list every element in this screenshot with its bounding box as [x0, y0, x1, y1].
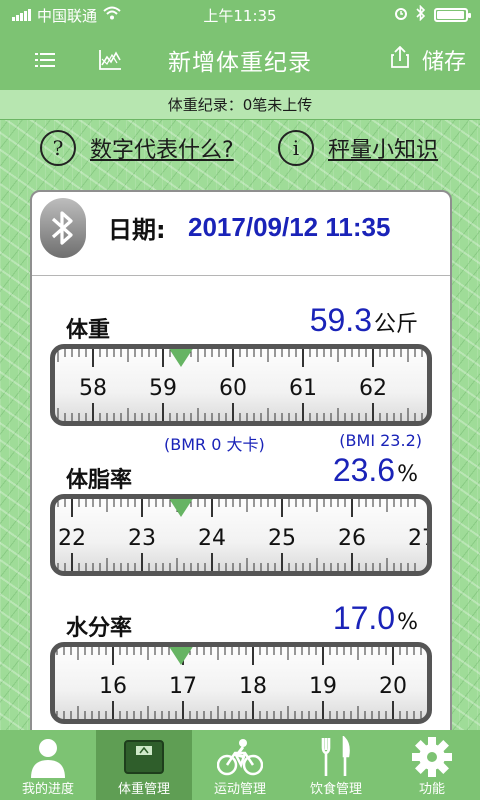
tab-label[interactable]: 我的进度 — [0, 778, 96, 797]
bicycle-icon[interactable] — [192, 736, 288, 778]
weight-value: 59.3 — [309, 302, 372, 338]
weight-metric: 体重 59.3 公斤 58 59 60 61 62 (BMR 0 大卡) (BMI 23… — [32, 302, 450, 462]
ruler-tick-label: 27 — [408, 526, 427, 551]
status-bar: 中国联通 上午11:35 — [0, 0, 480, 30]
ruler-tick-label: 25 — [268, 526, 296, 551]
tab-label[interactable]: 饮食管理 — [288, 778, 384, 797]
gear-icon[interactable] — [384, 736, 480, 778]
ruler-tick-label: 20 — [379, 674, 407, 699]
body-fat-unit: % — [397, 462, 418, 487]
weight-marker[interactable] — [168, 349, 194, 367]
weight-label: 体重 — [66, 318, 111, 343]
signal-icon — [12, 9, 31, 21]
wifi-icon — [103, 6, 121, 24]
body-fat-metric: 体脂率 23.6 % 22 23 24 25 26 27 — [32, 452, 450, 612]
weight-unit: 公斤 — [373, 312, 418, 337]
water-ruler[interactable]: 16 17 18 19 20 — [50, 642, 432, 724]
ruler-tick-label: 60 — [219, 376, 247, 401]
tab-exercise-management[interactable]: 运动管理 — [192, 730, 288, 800]
weight-entry-card: 日期: 2017/09/12 11:35 体重 59.3 公斤 58 59 60 61… — [30, 190, 452, 750]
tab-label[interactable]: 运动管理 — [192, 778, 288, 797]
bluetooth-icon[interactable] — [40, 198, 86, 258]
ruler-tick-label: 18 — [239, 674, 267, 699]
tab-label[interactable]: 功能 — [384, 778, 480, 797]
body-fat-marker[interactable] — [168, 499, 194, 517]
ruler-tick-label: 26 — [338, 526, 366, 551]
date-value[interactable]: 2017/09/12 11:35 — [188, 212, 390, 243]
sync-status: 体重纪录：0笔未上传 — [0, 90, 480, 120]
water-unit: % — [397, 610, 418, 635]
person-icon[interactable] — [0, 736, 96, 778]
carrier-name: 中国联通 — [37, 6, 98, 25]
battery-icon — [434, 8, 471, 22]
body-fat-value: 23.6 — [332, 452, 396, 488]
numbers-meaning-text[interactable]: 数字代表什么? — [90, 132, 234, 164]
bmi-text: (BMI 23.2) — [339, 431, 422, 450]
water-label: 水分率 — [66, 616, 133, 641]
water-metric: 水分率 17.0 % 16 17 18 19 20 — [32, 600, 450, 748]
save-button[interactable]: 储存 — [390, 44, 466, 76]
date-row[interactable]: 日期: 2017/09/12 11:35 — [32, 192, 450, 276]
share-icon[interactable] — [390, 45, 410, 74]
ruler-tick-label: 23 — [128, 526, 156, 551]
fork-knife-icon[interactable] — [288, 736, 384, 778]
bluetooth-status-icon — [416, 4, 426, 25]
tab-functions[interactable]: 功能 — [384, 730, 480, 800]
help-row: ? 数字代表什么? i 秤量小知识 — [0, 122, 480, 178]
scale-knowledge-link[interactable]: i 秤量小知识 — [278, 130, 438, 166]
ruler-tick-label: 61 — [289, 376, 317, 401]
ruler-tick-label: 62 — [359, 376, 387, 401]
question-icon[interactable]: ? — [40, 130, 76, 166]
tab-bar: 我的进度 体重管理 运动管理 饮食管理 功能 — [0, 730, 480, 800]
ruler-tick-label: 16 — [99, 674, 127, 699]
ruler-tick-label: 19 — [309, 674, 337, 699]
ruler-tick-label: 59 — [149, 376, 177, 401]
body-fat-label: 体脂率 — [66, 468, 133, 493]
tab-my-progress[interactable]: 我的进度 — [0, 730, 96, 800]
status-time: 上午11:35 — [203, 6, 277, 25]
list-icon[interactable] — [32, 46, 60, 74]
ruler-tick-label: 58 — [79, 376, 107, 401]
ruler-tick-label: 17 — [169, 674, 197, 699]
info-icon[interactable]: i — [278, 130, 314, 166]
nav-bar: 新增体重纪录 储存 — [0, 30, 480, 90]
date-label: 日期: — [108, 216, 166, 244]
tab-weight-management[interactable]: 体重管理 — [96, 730, 192, 800]
save-label[interactable]: 储存 — [422, 44, 466, 76]
body-fat-ruler[interactable]: 22 23 24 25 26 27 — [50, 494, 432, 576]
bmr-text: (BMR 0 大卡) — [164, 435, 265, 454]
numbers-meaning-link[interactable]: ? 数字代表什么? — [40, 130, 234, 166]
scale-knowledge-text[interactable]: 秤量小知识 — [328, 132, 438, 164]
ruler-tick-label: 22 — [58, 526, 86, 551]
water-marker[interactable] — [168, 647, 194, 665]
scale-icon[interactable] — [96, 736, 192, 778]
tab-diet-management[interactable]: 饮食管理 — [288, 730, 384, 800]
ruler-tick-label: 24 — [198, 526, 226, 551]
chart-icon[interactable] — [96, 46, 124, 74]
tab-label[interactable]: 体重管理 — [96, 778, 192, 797]
alarm-icon — [394, 6, 408, 24]
water-value: 17.0 — [332, 600, 396, 636]
weight-ruler[interactable]: 58 59 60 61 62 — [50, 344, 432, 426]
